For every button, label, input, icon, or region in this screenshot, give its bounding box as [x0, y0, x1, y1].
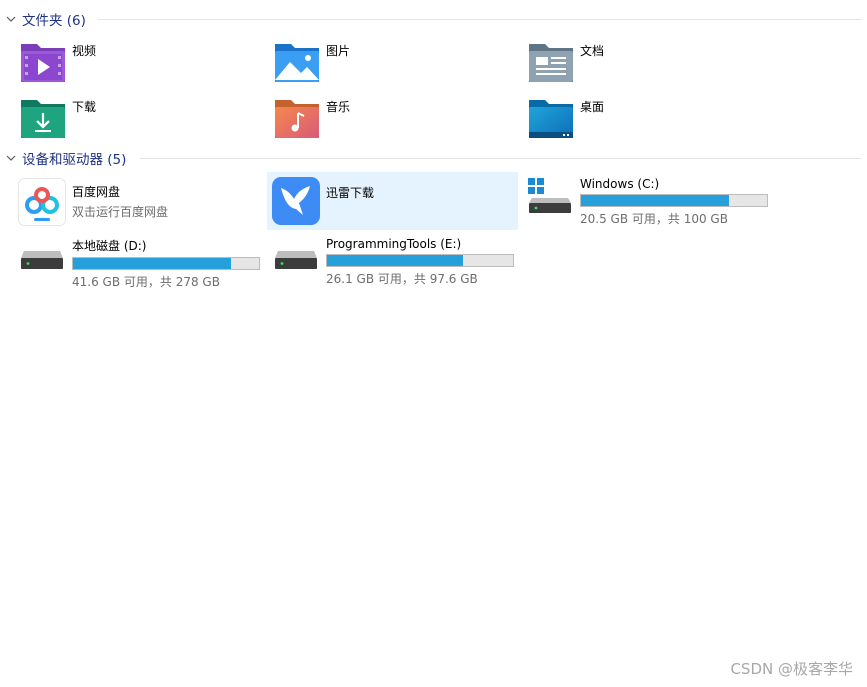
folder-label: 视频: [72, 44, 97, 58]
watermark: CSDN @极客李华: [730, 660, 853, 678]
desktop-folder-icon: [529, 100, 573, 138]
drive-name: 本地磁盘 (D:): [72, 239, 147, 253]
drive-e[interactable]: ProgrammingTools (E:) 26.1 GB 可用，共 97.6 …: [274, 237, 514, 287]
folder-label: 下载: [72, 100, 97, 114]
chevron-down-icon: [6, 155, 16, 161]
drive-c[interactable]: Windows (C:) 20.5 GB 可用，共 100 GB: [528, 176, 768, 227]
drive-usage-bar: [72, 257, 260, 270]
devices-section-header[interactable]: 设备和驱动器 (5): [4, 147, 126, 169]
folder-music[interactable]: 音乐: [274, 96, 350, 142]
chevron-down-icon: [6, 16, 16, 22]
drive-name: ProgrammingTools (E:): [326, 237, 462, 251]
drive-usage-fill: [581, 195, 729, 206]
folder-videos[interactable]: 视频: [20, 40, 96, 86]
folder-label: 桌面: [580, 100, 605, 114]
device-name: 百度网盘: [72, 185, 121, 199]
folders-section-title: 文件夹 (6): [22, 13, 86, 29]
drive-usage-text: 41.6 GB 可用，共 278 GB: [72, 275, 220, 289]
downloads-folder-icon: [21, 100, 65, 138]
drive-usage-fill: [327, 255, 464, 266]
device-subtitle: 双击运行百度网盘: [72, 205, 169, 219]
folder-desktop[interactable]: 桌面: [528, 96, 604, 142]
drive-usage-bar: [580, 194, 768, 207]
device-baidu-netdisk[interactable]: 百度网盘 双击运行百度网盘: [18, 178, 168, 226]
section-divider: [98, 19, 861, 20]
drive-d[interactable]: 本地磁盘 (D:) 41.6 GB 可用，共 278 GB: [20, 237, 260, 290]
folder-label: 音乐: [326, 100, 351, 114]
drive-usage-text: 26.1 GB 可用，共 97.6 GB: [326, 272, 478, 286]
folder-pictures[interactable]: 图片: [274, 40, 350, 86]
drive-usage-fill: [73, 258, 232, 269]
baidu-netdisk-icon: [18, 178, 66, 226]
folders-section-header[interactable]: 文件夹 (6): [4, 8, 86, 30]
drive-usage-text: 20.5 GB 可用，共 100 GB: [580, 212, 728, 226]
folder-downloads[interactable]: 下载: [20, 96, 96, 142]
music-folder-icon: [275, 100, 319, 138]
devices-section-title: 设备和驱动器 (5): [22, 152, 127, 168]
device-name: 迅雷下载: [326, 186, 375, 200]
windows-drive-icon: [528, 178, 571, 213]
folder-documents[interactable]: 文档: [528, 40, 604, 86]
xunlei-icon: [272, 177, 320, 225]
hard-drive-icon: [21, 251, 63, 269]
folder-label: 图片: [326, 44, 351, 58]
folder-label: 文档: [580, 44, 605, 58]
section-divider: [140, 158, 861, 159]
hard-drive-icon: [275, 251, 317, 269]
device-xunlei[interactable]: 迅雷下载: [267, 172, 518, 230]
drive-name: Windows (C:): [580, 177, 660, 191]
pictures-folder-icon: [275, 44, 319, 82]
drive-usage-bar: [326, 254, 514, 267]
video-folder-icon: [21, 44, 65, 82]
documents-folder-icon: [529, 44, 573, 82]
